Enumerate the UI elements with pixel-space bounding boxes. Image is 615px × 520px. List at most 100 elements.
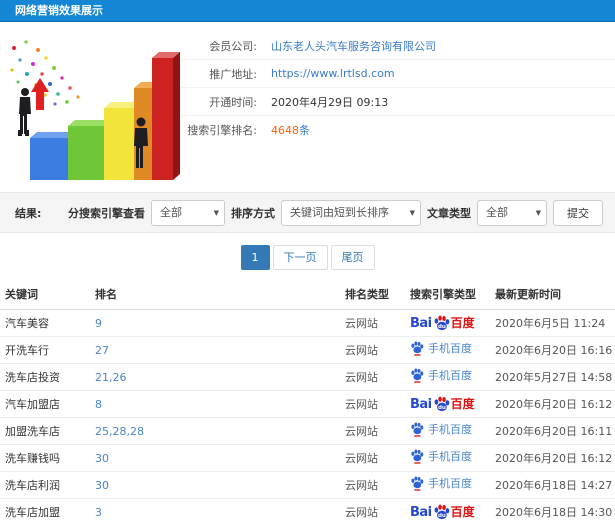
baidu-logo-cn: 百度 [450,505,475,519]
table-row: 洗车店利润 30 云网站 手机百度 2020年6月18日 14:27 [0,471,615,499]
rank-type-cell: 云网站 [340,444,405,472]
article-type-select-wrapper: 全部 [477,199,547,226]
company-info-panel: 会员公司: 山东老人头汽车服务咨询有限公司 推广地址: https://www.… [172,22,615,144]
engine-cell: 手机百度 [405,417,490,445]
col-header-engine-type: 搜索引擎类型 [405,280,490,310]
engine-cell: 手机百度 [405,363,490,391]
rank-type-cell: 云网站 [340,498,405,520]
rank-cell[interactable]: 8 [90,390,340,418]
baidu-mobile-paw-icon [411,422,424,437]
rank-count-label: 搜索引擎排名: [187,124,257,137]
rank-cell[interactable]: 3 [90,498,340,520]
engine-filter-label: 分搜索引擎查看 [68,206,145,220]
page-title: 网络营销效果展示 [15,4,103,17]
baidu-paw-icon: du [434,315,449,330]
table-header-row: 关键词 排名 排名类型 搜索引擎类型 最新更新时间 [0,280,615,310]
engine-cell: Bai du 百度 [405,390,490,418]
baidu-mobile-label: 手机百度 [428,342,472,355]
filter-bar: 结果: 分搜索引擎查看 全部 排序方式 关键词由短到长排序 文章类型 全部 提交 [0,192,615,233]
table-row: 洗车店加盟 3 云网站 Bai du 百度 2020年6月18日 14:30 [0,498,615,520]
company-name-link[interactable]: 山东老人头汽车服务咨询有限公司 [271,38,436,54]
rank-cell[interactable]: 30 [90,444,340,472]
col-header-rank-type: 排名类型 [340,280,405,310]
baidu-logo-bai: Bai [410,315,432,331]
engine-select[interactable]: 全部 [151,199,225,226]
rank-type-cell: 云网站 [340,417,405,445]
table-row: 汽车加盟店 8 云网站 Bai du 百度 2020年6月20日 16:12 [0,390,615,418]
keyword-cell: 开洗车行 [0,336,90,364]
rank-count-value: 4648条 [271,122,310,138]
engine-cell: 手机百度 [405,444,490,472]
time-cell: 2020年6月20日 16:11 [490,417,615,445]
rank-type-cell: 云网站 [340,309,405,337]
col-header-update-time: 最新更新时间 [490,280,615,310]
filter-controls: 分搜索引擎查看 全部 排序方式 关键词由短到长排序 文章类型 全部 提交 [68,199,603,226]
sort-select[interactable]: 关键词由短到长排序 [281,199,421,226]
table-row: 汽车美容 9 云网站 Bai du 百度 2020年6月5日 11:24 [0,309,615,337]
rank-cell[interactable]: 9 [90,309,340,337]
time-cell: 2020年5月27日 14:58 [490,363,615,391]
rank-type-cell: 云网站 [340,390,405,418]
col-header-keyword: 关键词 [0,280,90,310]
rank-cell[interactable]: 21,26 [90,363,340,391]
rank-type-cell: 云网站 [340,336,405,364]
sort-select-wrapper: 关键词由短到长排序 [281,199,421,226]
table-row: 开洗车行 27 云网站 手机百度 2020年6月20日 16:16 [0,336,615,364]
submit-button[interactable]: 提交 [553,199,603,226]
table-row: 洗车店投资 21,26 云网站 手机百度 2020年5月27日 14:58 [0,363,615,391]
time-cell: 2020年6月20日 16:16 [490,336,615,364]
table-row: 洗车赚钱吗 30 云网站 手机百度 2020年6月20日 16:12 [0,444,615,472]
promo-url-link[interactable]: https://www.lrtlsd.com [271,67,395,80]
baidu-logo-bai: Bai [410,396,432,412]
results-table: 关键词 排名 排名类型 搜索引擎类型 最新更新时间 汽车美容 9 云网站 Bai… [0,280,615,520]
time-cell: 2020年6月18日 14:30 [490,498,615,520]
company-label: 会员公司: [209,39,257,53]
promo-url-label: 推广地址: [209,67,257,81]
article-type-select[interactable]: 全部 [477,199,547,226]
open-time-value: 2020年4月29日 09:13 [271,95,389,109]
keyword-cell: 汽车加盟店 [0,390,90,418]
keyword-cell: 洗车店利润 [0,471,90,499]
baidu-logo-cn: 百度 [450,316,475,330]
info-section: 会员公司: 山东老人头汽车服务咨询有限公司 推广地址: https://www.… [0,22,615,192]
baidu-logo-bai: Bai [410,504,432,520]
baidu-logo-cn: 百度 [450,397,475,411]
baidu-mobile-logo: 手机百度 [410,449,472,464]
rank-cell[interactable]: 25,28,28 [90,417,340,445]
engine-cell: Bai du 百度 [405,309,490,337]
rank-cell[interactable]: 27 [90,336,340,364]
svg-text:du: du [438,405,446,411]
baidu-mobile-logo: 手机百度 [410,341,472,356]
baidu-mobile-logo: 手机百度 [410,368,472,383]
engine-cell: 手机百度 [405,336,490,364]
info-row-rank-count: 搜索引擎排名: 4648条 [172,116,615,144]
baidu-paw-icon: du [434,504,449,519]
baidu-mobile-label: 手机百度 [428,477,472,490]
baidu-pc-logo: Bai du 百度 [410,504,475,520]
baidu-mobile-paw-icon [411,476,424,491]
open-time-label: 开通时间: [209,95,257,109]
article-type-label: 文章类型 [427,206,471,220]
keyword-cell: 加盟洗车店 [0,417,90,445]
engine-cell: Bai du 百度 [405,498,490,520]
last-page-button[interactable]: 尾页 [330,245,375,270]
baidu-mobile-label: 手机百度 [428,450,472,463]
engine-cell: 手机百度 [405,471,490,499]
next-page-button[interactable]: 下一页 [272,245,328,270]
col-header-rank: 排名 [90,280,340,310]
sort-label: 排序方式 [231,206,275,220]
keyword-cell: 洗车店投资 [0,363,90,391]
baidu-mobile-logo: 手机百度 [410,422,472,437]
baidu-mobile-label: 手机百度 [428,369,472,382]
page-1-button[interactable]: 1 [240,245,270,270]
rank-count-suffix: 条 [299,124,310,137]
baidu-mobile-paw-icon [411,341,424,356]
baidu-pc-logo: Bai du 百度 [410,396,475,413]
time-cell: 2020年6月18日 14:27 [490,471,615,499]
keyword-cell: 洗车店加盟 [0,498,90,520]
svg-text:du: du [438,513,446,519]
pagination: 1 下一页 尾页 [0,233,615,280]
rank-count-number: 4648 [271,124,299,137]
rank-cell[interactable]: 30 [90,471,340,499]
confetti-dots [10,40,80,106]
